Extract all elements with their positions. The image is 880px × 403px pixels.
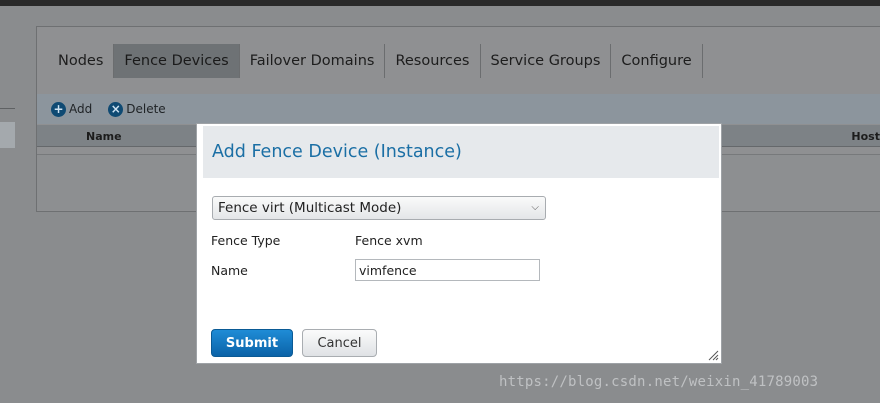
tab-fence-devices[interactable]: Fence Devices	[114, 44, 240, 78]
nav-tabs: Nodes Fence Devices Failover Domains Res…	[48, 44, 703, 78]
top-bar	[0, 0, 880, 6]
fence-type-label: Fence Type	[211, 233, 281, 248]
column-header-name[interactable]: Name	[86, 130, 122, 143]
add-fence-device-dialog: Add Fence Device (Instance) Fence virt (…	[196, 123, 722, 364]
add-label: Add	[69, 102, 93, 116]
tab-nodes[interactable]: Nodes	[48, 44, 115, 78]
watermark: https://blog.csdn.net/weixin_41789003	[499, 374, 819, 390]
cancel-button[interactable]: Cancel	[302, 329, 377, 357]
tab-label: Failover Domains	[249, 53, 375, 69]
delete-label: Delete	[126, 102, 166, 116]
dialog-header: Add Fence Device (Instance)	[203, 126, 719, 178]
submit-button[interactable]: Submit	[211, 329, 293, 357]
plus-circle-icon: +	[51, 101, 66, 117]
tab-label: Resources	[395, 53, 470, 69]
name-input[interactable]	[355, 259, 540, 281]
tab-configure[interactable]: Configure	[611, 44, 703, 78]
fence-device-select[interactable]: Fence virt (Multicast Mode) ⌵	[212, 196, 546, 220]
dialog-title: Add Fence Device (Instance)	[212, 142, 462, 162]
select-value: Fence virt (Multicast Mode)	[218, 200, 402, 216]
x-circle-icon: ×	[108, 101, 124, 117]
tab-label: Configure	[621, 53, 692, 69]
name-label: Name	[211, 263, 248, 278]
add-button[interactable]: + Add	[51, 101, 93, 117]
tab-failover-domains[interactable]: Failover Domains	[240, 44, 386, 78]
delete-button[interactable]: × Delete	[108, 101, 166, 117]
chevron-down-icon: ⌵	[531, 202, 539, 213]
resize-handle-icon[interactable]	[707, 349, 719, 361]
tab-label: Nodes	[58, 53, 104, 69]
column-header-host[interactable]: Host	[851, 130, 880, 143]
tab-label: Service Groups	[490, 53, 601, 69]
tab-resources[interactable]: Resources	[385, 44, 481, 78]
left-divider	[0, 108, 15, 109]
toolbar: + Add × Delete	[37, 94, 880, 124]
tab-service-groups[interactable]: Service Groups	[481, 44, 612, 78]
tab-label: Fence Devices	[124, 53, 229, 69]
left-sidebar-item[interactable]	[0, 122, 15, 148]
fence-type-value: Fence xvm	[355, 233, 423, 248]
